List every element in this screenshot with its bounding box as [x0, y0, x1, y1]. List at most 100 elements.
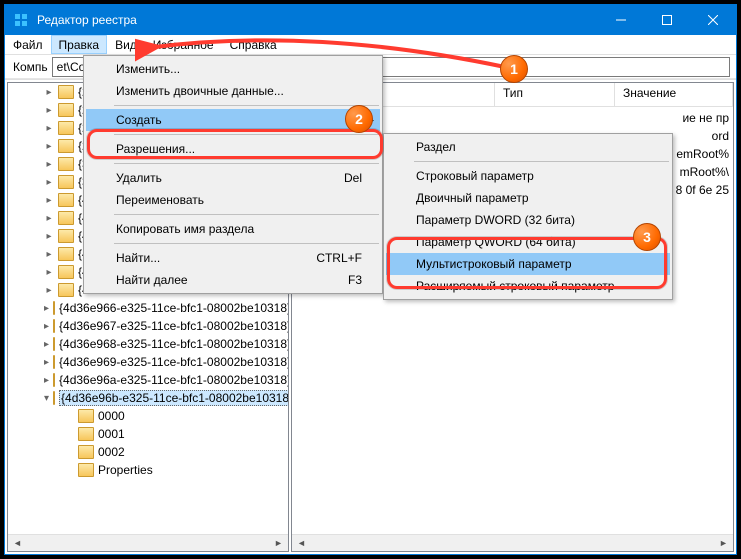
menu-favorites[interactable]: Избранное [145, 35, 222, 54]
tree-item-label: 0001 [98, 427, 125, 441]
folder-icon [78, 463, 94, 477]
submenu-arrow-icon: ▶ [367, 115, 374, 126]
menu-item-label: Удалить [116, 171, 162, 185]
window-title: Редактор реестра [37, 13, 598, 27]
menu-item[interactable]: Изменить двоичные данные... [86, 80, 380, 102]
tree-item[interactable]: ▸{4d36e966-e325-11ce-bfc1-08002be10318} [8, 299, 288, 317]
tree-item-label: {4d36e96b-e325-11ce-bfc1-08002be10318} [59, 390, 288, 406]
menu-item-label: Разрешения... [116, 142, 195, 156]
folder-icon [78, 445, 94, 459]
tree-twisty-icon[interactable]: ▸ [44, 105, 54, 116]
titlebar[interactable]: Редактор реестра [5, 5, 736, 35]
folder-icon [58, 85, 74, 99]
menu-item[interactable]: Изменить... [86, 58, 380, 80]
folder-icon [58, 175, 74, 189]
menu-item[interactable]: Создать ▶ [86, 109, 380, 131]
folder-icon [58, 157, 74, 171]
tree-twisty-icon[interactable]: ▸ [44, 375, 49, 386]
folder-icon [58, 211, 74, 225]
tree-twisty-icon[interactable]: ▸ [44, 231, 54, 242]
tree-item[interactable]: Properties [8, 461, 288, 479]
folder-icon [78, 409, 94, 423]
scroll-left-icon[interactable]: ◄ [294, 536, 309, 551]
scroll-right-icon[interactable]: ► [716, 536, 731, 551]
menu-item-label: Двоичный параметр [416, 191, 529, 205]
menu-hotkey: F3 [348, 273, 362, 287]
list-value: ие не пр [615, 111, 733, 125]
tree-twisty-icon[interactable]: ▸ [44, 177, 54, 188]
folder-icon [58, 121, 74, 135]
tree-item[interactable]: ▸ {4d36e969-e325-11ce-bfc1-08002be10318} [8, 353, 288, 371]
menu-file[interactable]: Файл [5, 35, 51, 54]
menu-item[interactable]: Копировать имя раздела [86, 218, 380, 240]
tree-twisty-icon[interactable]: ▸ [44, 249, 54, 260]
menu-item[interactable]: Двоичный параметр [386, 187, 670, 209]
menu-edit[interactable]: Правка [51, 35, 108, 54]
tree-twisty-icon[interactable]: ▸ [44, 303, 49, 314]
menu-item[interactable]: Расширяемый строковый параметр [386, 275, 670, 297]
registry-editor-window: Редактор реестра Файл Правка Вид Избранн… [4, 4, 737, 555]
tree-item-label: {4d36e967-e325-11ce-bfc1-08002be10318} [59, 319, 288, 333]
menu-item[interactable]: Разрешения... [86, 138, 380, 160]
menu-item-label: Найти... [116, 251, 160, 265]
tree-twisty-icon[interactable]: ▸ [44, 321, 49, 332]
menu-item-label: Создать [116, 113, 162, 127]
tree-hscroll[interactable]: ◄ ► [8, 534, 288, 551]
menu-hotkey: Del [344, 171, 362, 185]
minimize-button[interactable] [598, 5, 644, 35]
menu-item[interactable]: Мультистроковый параметр [386, 253, 670, 275]
menu-item[interactable]: Строковый параметр [386, 165, 670, 187]
address-label: Компь [5, 60, 52, 74]
menu-item[interactable]: Раздел [386, 136, 670, 158]
close-button[interactable] [690, 5, 736, 35]
folder-icon [58, 103, 74, 117]
scroll-left-icon[interactable]: ◄ [10, 536, 25, 551]
menu-item[interactable]: Найти далееF3 [86, 269, 380, 291]
tree-twisty-icon[interactable]: ▸ [44, 141, 54, 152]
tree-item[interactable]: 0001 [8, 425, 288, 443]
menu-hotkey: CTRL+F [316, 251, 362, 265]
menu-item[interactable]: Переименовать [86, 189, 380, 211]
tree-twisty-icon[interactable]: ▸ [44, 159, 54, 170]
folder-icon [58, 139, 74, 153]
col-value[interactable]: Значение [615, 83, 733, 106]
tree-twisty-icon[interactable]: ▸ [44, 285, 54, 296]
edit-context-menu: Изменить... Изменить двоичные данные... Со… [83, 55, 383, 294]
menu-view[interactable]: Вид [107, 35, 145, 54]
tree-item[interactable]: 0000 [8, 407, 288, 425]
tree-item[interactable]: 0002 [8, 443, 288, 461]
menu-item-label: Расширяемый строковый параметр [416, 279, 614, 293]
menu-item[interactable]: Параметр QWORD (64 бита) [386, 231, 670, 253]
folder-icon [53, 355, 55, 369]
folder-icon [58, 229, 74, 243]
tree-twisty-icon[interactable]: ▸ [44, 213, 54, 224]
list-hscroll[interactable]: ◄ ► [292, 534, 733, 551]
tree-item[interactable]: ▸ {4d36e967-e325-11ce-bfc1-08002be10318} [8, 317, 288, 335]
tree-twisty-icon[interactable]: ▾ [44, 393, 49, 404]
folder-icon [78, 427, 94, 441]
col-type[interactable]: Тип [495, 83, 615, 106]
tree-item[interactable]: ▸{4d36e96a-e325-11ce-bfc1-08002be10318} [8, 371, 288, 389]
folder-icon [58, 265, 74, 279]
menu-item-label: Мультистроковый параметр [416, 257, 572, 271]
menu-help[interactable]: Справка [222, 35, 285, 54]
tree-twisty-icon[interactable]: ▸ [44, 87, 54, 98]
tree-twisty-icon[interactable]: ▸ [44, 195, 54, 206]
tree-item[interactable]: ▾ {4d36e96b-e325-11ce-bfc1-08002be10318} [8, 389, 288, 407]
tree-item-label: Properties [98, 463, 153, 477]
menubar: Файл Правка Вид Избранное Справка [5, 35, 736, 55]
menu-item[interactable]: Удалить Del [86, 167, 380, 189]
menu-item[interactable]: Найти... CTRL+F [86, 247, 380, 269]
tree-twisty-icon[interactable]: ▸ [44, 267, 54, 278]
tree-item-label: 0000 [98, 409, 125, 423]
tree-twisty-icon[interactable]: ▸ [44, 357, 49, 368]
maximize-button[interactable] [644, 5, 690, 35]
tree-twisty-icon[interactable]: ▸ [44, 339, 49, 350]
tree-twisty-icon[interactable]: ▸ [44, 123, 54, 134]
menu-item-label: Переименовать [116, 193, 204, 207]
tree-item-label: {4d36e969-e325-11ce-bfc1-08002be10318} [59, 355, 288, 369]
tree-item[interactable]: ▸{4d36e968-e325-11ce-bfc1-08002be10318} [8, 335, 288, 353]
scroll-right-icon[interactable]: ► [271, 536, 286, 551]
menu-item-label: Изменить... [116, 62, 180, 76]
menu-item[interactable]: Параметр DWORD (32 бита) [386, 209, 670, 231]
